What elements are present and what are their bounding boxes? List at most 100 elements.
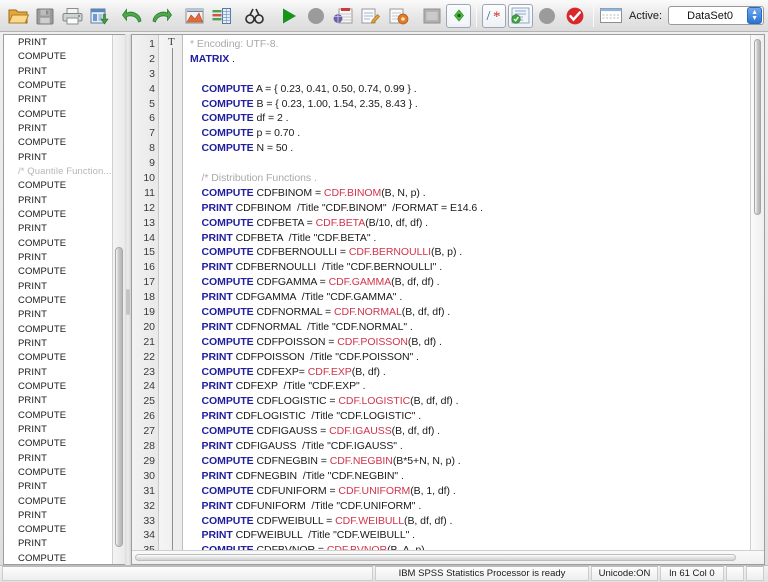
goto-variable-icon[interactable] [209,3,234,29]
code-line[interactable]: PRINT CDFLOGISTIC /Title "CDF.LOGISTIC" … [190,409,764,424]
navigator-item[interactable]: PRINT [4,151,112,165]
auto-complete-icon[interactable] [508,4,532,28]
navigator-item[interactable]: PRINT [4,537,112,551]
navigator-item[interactable]: PRINT [4,280,112,294]
navigator-item[interactable]: COMPUTE [4,552,112,564]
navigator-item[interactable]: COMPUTE [4,294,112,308]
code-line[interactable]: COMPUTE CDFNORMAL = CDF.NORMAL(B, df, df… [190,305,764,320]
syntax-code-area[interactable]: * Encoding: UTF-8.MATRIX . COMPUTE A = {… [183,35,764,550]
navigator-vertical-scrollbar[interactable] [112,35,125,564]
comment-toggle-icon[interactable]: / * [482,4,506,28]
code-line[interactable]: COMPUTE df = 2 . [190,111,764,126]
code-line[interactable]: COMPUTE CDFGAMMA = CDF.GAMMA(B, df, df) … [190,275,764,290]
navigator-item[interactable]: PRINT [4,222,112,236]
breakpoint-icon[interactable] [535,3,560,29]
navigator-item[interactable]: COMPUTE [4,409,112,423]
navigator-item[interactable]: PRINT [4,36,112,50]
code-line[interactable]: PRINT CDFBINOM /Title "CDF.BINOM" /FORMA… [190,201,764,216]
code-line[interactable]: COMPUTE B = { 0.23, 1.00, 1.54, 2.35, 8.… [190,97,764,112]
navigator-item[interactable]: COMPUTE [4,351,112,365]
navigator-item[interactable]: COMPUTE [4,323,112,337]
code-line[interactable]: PRINT CDFBERNOULLI /Title "CDF.BERNOULLI… [190,260,764,275]
run-selection-icon[interactable] [276,3,301,29]
navigator-item[interactable]: COMPUTE [4,208,112,222]
code-line[interactable]: PRINT CDFGAMMA /Title "CDF.GAMMA" . [190,290,764,305]
insert-cases-icon[interactable] [331,3,356,29]
code-line[interactable] [190,67,764,82]
code-line[interactable]: COMPUTE CDFBINOM = CDF.BINOM(B, N, p) . [190,186,764,201]
save-file-icon[interactable] [32,3,57,29]
breakpoint-marker-column[interactable]: T [159,35,183,550]
select-cases-icon[interactable] [446,4,470,28]
data-editor-icon[interactable] [599,3,624,29]
navigator-item[interactable]: COMPUTE [4,237,112,251]
chevron-updown-icon[interactable]: ▲▼ [747,7,762,24]
code-line[interactable]: COMPUTE A = { 0.23, 0.41, 0.50, 0.74, 0.… [190,82,764,97]
editor-horizontal-scrollbar[interactable] [132,550,764,564]
code-line[interactable]: PRINT CDFEXP /Title "CDF.EXP" . [190,379,764,394]
code-line[interactable]: COMPUTE CDFEXP= CDF.EXP(B, df) . [190,365,764,380]
navigator-item[interactable]: /* Quantile Function... [4,165,112,179]
code-line[interactable]: COMPUTE CDFIGAUSS = CDF.IGAUSS(B, df, df… [190,424,764,439]
navigator-item[interactable]: COMPUTE [4,265,112,279]
navigator-item[interactable]: COMPUTE [4,79,112,93]
navigator-item[interactable]: PRINT [4,366,112,380]
split-file-icon[interactable] [385,3,410,29]
navigator-item[interactable]: PRINT [4,251,112,265]
active-dataset-select[interactable]: DataSet0 ▲▼ [668,6,764,25]
code-line[interactable] [190,156,764,171]
recall-dialog-icon[interactable] [87,3,112,29]
redo-icon[interactable] [148,3,173,29]
editor-vertical-scroll-thumb[interactable] [754,39,761,215]
navigator-item[interactable]: PRINT [4,480,112,494]
code-line[interactable]: PRINT CDFWEIBULL /Title "CDF.WEIBULL" . [190,528,764,543]
code-line[interactable]: COMPUTE CDFBVNOR = CDF.BVNOR(B, A, p) . [190,543,764,550]
code-line[interactable]: PRINT CDFIGAUSS /Title "CDF.IGAUSS" . [190,439,764,454]
navigator-item[interactable]: COMPUTE [4,380,112,394]
code-line[interactable]: * Encoding: UTF-8. [190,37,764,52]
navigator-item[interactable]: PRINT [4,122,112,136]
code-line[interactable]: COMPUTE CDFNEGBIN = CDF.NEGBIN(B*5+N, N,… [190,454,764,469]
code-line[interactable]: PRINT CDFPOISSON /Title "CDF.POISSON" . [190,350,764,365]
run-all-icon[interactable] [303,3,328,29]
validate-syntax-icon[interactable] [562,3,587,29]
code-line[interactable]: COMPUTE CDFWEIBULL = CDF.WEIBULL(B, df, … [190,514,764,529]
code-line[interactable]: COMPUTE CDFPOISSON = CDF.POISSON(B, df) … [190,335,764,350]
navigator-item[interactable]: PRINT [4,337,112,351]
code-line[interactable]: COMPUTE CDFLOGISTIC = CDF.LOGISTIC(B, df… [190,394,764,409]
navigator-item[interactable]: PRINT [4,394,112,408]
print-icon[interactable] [60,3,85,29]
code-line[interactable]: COMPUTE CDFBETA = CDF.BETA(B/10, df, df)… [190,216,764,231]
navigator-item[interactable]: PRINT [4,65,112,79]
find-icon[interactable] [242,3,267,29]
navigator-list[interactable]: PRINTCOMPUTEPRINTCOMPUTEPRINTCOMPUTEPRIN… [4,35,112,564]
navigator-item[interactable]: PRINT [4,509,112,523]
navigator-item[interactable]: COMPUTE [4,179,112,193]
navigator-item[interactable]: COMPUTE [4,523,112,537]
navigator-item[interactable]: COMPUTE [4,466,112,480]
navigator-item[interactable]: COMPUTE [4,50,112,64]
code-line[interactable]: MATRIX . [190,52,764,67]
editor-horizontal-scroll-thumb[interactable] [135,554,736,561]
code-line[interactable]: PRINT CDFBETA /Title "CDF.BETA" . [190,231,764,246]
code-line[interactable]: COMPUTE CDFBERNOULLI = CDF.BERNOULLI(B, … [190,245,764,260]
goto-case-icon[interactable] [182,3,207,29]
code-line[interactable]: PRINT CDFUNIFORM /Title "CDF.UNIFORM" . [190,499,764,514]
insert-variable-icon[interactable] [358,3,383,29]
open-file-icon[interactable] [5,3,30,29]
code-line[interactable]: COMPUTE N = 50 . [190,141,764,156]
navigator-item[interactable]: PRINT [4,194,112,208]
navigator-item[interactable]: COMPUTE [4,437,112,451]
undo-icon[interactable] [121,3,146,29]
navigator-item[interactable]: PRINT [4,308,112,322]
code-line[interactable]: COMPUTE p = 0.70 . [190,126,764,141]
navigator-item[interactable]: COMPUTE [4,108,112,122]
navigator-item[interactable]: PRINT [4,93,112,107]
code-line[interactable]: PRINT CDFNEGBIN /Title "CDF.NEGBIN" . [190,469,764,484]
editor-vertical-scrollbar[interactable] [750,35,764,550]
weight-cases-icon[interactable] [419,3,444,29]
navigator-item[interactable]: PRINT [4,452,112,466]
navigator-item[interactable]: COMPUTE [4,136,112,150]
navigator-item[interactable]: PRINT [4,423,112,437]
navigator-item[interactable]: COMPUTE [4,495,112,509]
